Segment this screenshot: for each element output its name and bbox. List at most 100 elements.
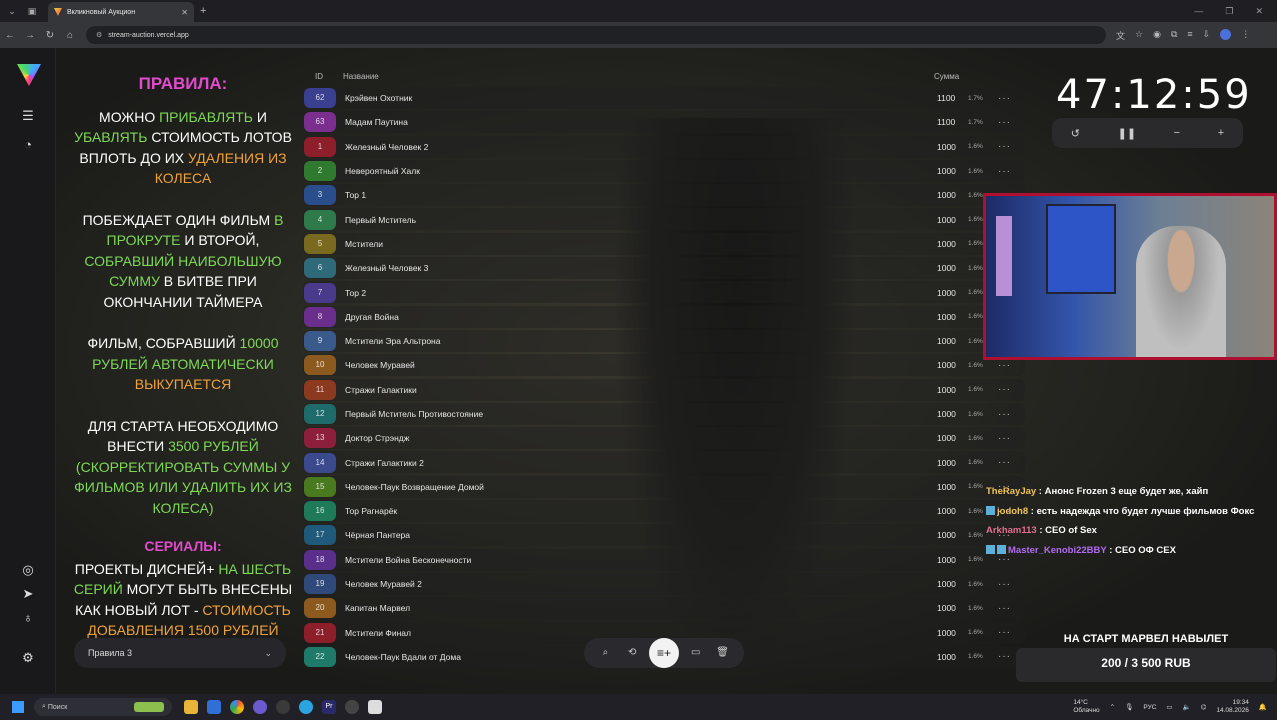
table-row[interactable]: 10 Человек Муравей 1000 1.6% ···: [303, 353, 1025, 377]
table-row[interactable]: 62 Крэйвен Охотник 1100 1.7% ···: [303, 86, 1025, 110]
more-options-icon[interactable]: ···: [998, 651, 1011, 662]
download-icon[interactable]: ⇩: [1203, 29, 1211, 42]
minimize-icon[interactable]: —: [1194, 6, 1203, 17]
close-tab-icon[interactable]: ✕: [181, 8, 188, 17]
profile-avatar[interactable]: [1220, 28, 1232, 40]
row-sum[interactable]: 1000: [937, 360, 956, 370]
table-row[interactable]: 17 Чёрная Пантера 1000 1.6% ···: [303, 523, 1025, 547]
row-sum[interactable]: 1000: [937, 409, 956, 419]
row-sum[interactable]: 1000: [937, 142, 956, 152]
rules-select[interactable]: Правила 3 ⌄: [74, 638, 286, 668]
row-sum[interactable]: 1000: [937, 458, 956, 468]
row-sum[interactable]: 1000: [937, 263, 956, 273]
table-row[interactable]: 4Первый Мститель10001.6%···: [303, 207, 1025, 231]
forward-icon[interactable]: →: [20, 30, 40, 41]
more-options-icon[interactable]: ···: [998, 93, 1011, 104]
add-lot-button[interactable]: ≡+: [648, 638, 679, 668]
row-sum[interactable]: 1000: [937, 215, 956, 225]
shuffle-icon[interactable]: ⟲: [622, 643, 642, 663]
table-row[interactable]: 20 Капитан Марвел 1000 1.6% ···: [303, 596, 1025, 620]
row-sum[interactable]: 1000: [937, 628, 956, 638]
table-row[interactable]: 15 Человек-Паук Возвращение Домой 1000 1.6%…: [303, 475, 1025, 499]
plus-icon[interactable]: +: [1218, 127, 1224, 139]
row-sum[interactable]: 1100: [937, 93, 955, 103]
table-row[interactable]: 5Мстители10001.6%···: [303, 232, 1025, 256]
more-options-icon[interactable]: ···: [998, 457, 1011, 468]
more-options-icon[interactable]: ···: [998, 384, 1011, 395]
github-icon[interactable]: ♁: [19, 609, 37, 627]
display-icon[interactable]: ▭: [1166, 703, 1172, 711]
row-sum[interactable]: 1000: [937, 603, 956, 613]
table-row[interactable]: 9Мстители Эра Альтрона10001.6%···: [303, 329, 1025, 353]
table-row[interactable]: 3Тор 110001.6%···: [303, 183, 1025, 207]
settings-circle-icon[interactable]: ◎: [19, 561, 37, 579]
more-options-icon[interactable]: ···: [998, 627, 1011, 638]
maximize-icon[interactable]: ❐: [1225, 6, 1233, 17]
clock[interactable]: 19:34 14.08.2026: [1216, 699, 1249, 715]
files-icon[interactable]: [207, 700, 221, 714]
table-row[interactable]: 7Тор 210001.6%···: [303, 280, 1025, 304]
header-name[interactable]: Название: [343, 72, 379, 81]
row-sum[interactable]: 1000: [937, 579, 956, 589]
history-icon[interactable]: ◔: [19, 136, 37, 154]
premiere-icon[interactable]: Pr: [322, 700, 336, 714]
row-sum[interactable]: 1000: [937, 288, 956, 298]
address-bar[interactable]: ⚙ stream-auction.vercel.app: [86, 26, 1106, 44]
row-sum[interactable]: 1000: [937, 555, 956, 565]
table-row[interactable]: 16 Тор Рагнарёк 1000 1.6% ···: [303, 499, 1025, 523]
tab-search-icon[interactable]: ⌄: [4, 3, 20, 19]
telegram-taskbar-icon[interactable]: [299, 700, 313, 714]
row-sum[interactable]: 1000: [937, 652, 956, 662]
weather-widget[interactable]: 14°C Облачно: [1073, 699, 1099, 715]
row-sum[interactable]: 1000: [937, 433, 956, 443]
network-icon[interactable]: ⌬: [1201, 703, 1207, 711]
browser-tab[interactable]: Вкликновый Аукцион ✕: [48, 2, 194, 22]
table-row[interactable]: 6Железный Человек 310001.6%···: [303, 256, 1025, 280]
table-row[interactable]: 2 Невероятный Халк 1000 1.6% ···: [303, 159, 1025, 183]
file-explorer-icon[interactable]: [184, 700, 198, 714]
more-options-icon[interactable]: ···: [998, 141, 1011, 152]
table-row[interactable]: 1 Железный Человек 2 1000 1.6% ···: [303, 135, 1025, 159]
trash-icon[interactable]: 🗑: [713, 643, 733, 663]
table-row[interactable]: 11 Стражи Галактики 1000 1.6% ···: [303, 378, 1025, 402]
taskbar-search[interactable]: ⌕ Поиск: [34, 698, 172, 716]
extension-icon[interactable]: ◉: [1153, 29, 1161, 42]
minus-icon[interactable]: −: [1174, 127, 1180, 139]
app-logo[interactable]: [17, 64, 41, 86]
more-options-icon[interactable]: ···: [998, 409, 1011, 420]
table-row[interactable]: 19 Человек Муравей 2 1000 1.6% ···: [303, 572, 1025, 596]
row-sum[interactable]: 1000: [937, 336, 956, 346]
table-row[interactable]: 14 Стражи Галактики 2 1000 1.6% ···: [303, 450, 1025, 474]
more-options-icon[interactable]: ···: [998, 603, 1011, 614]
windows-start-icon[interactable]: [12, 701, 24, 713]
bookmark-star-icon[interactable]: ☆: [1135, 29, 1143, 42]
row-sum[interactable]: 1000: [937, 190, 956, 200]
row-sum[interactable]: 1000: [937, 166, 956, 176]
more-menu-icon[interactable]: ⋮: [1241, 29, 1250, 42]
language-indicator[interactable]: РУС: [1143, 704, 1156, 711]
table-row[interactable]: 63 Мадам Паутина 1100 1.7% ···: [303, 110, 1025, 134]
table-row[interactable]: 8Другая Война10001.6%···: [303, 305, 1025, 329]
telegram-icon[interactable]: ➤: [19, 585, 37, 603]
row-sum[interactable]: 1000: [937, 385, 956, 395]
microphone-icon[interactable]: 🎙: [1125, 703, 1133, 711]
search-icon[interactable]: ⌕: [595, 643, 615, 663]
more-options-icon[interactable]: ···: [998, 579, 1011, 590]
row-sum[interactable]: 1000: [937, 482, 956, 492]
chevron-up-icon[interactable]: ⌃: [1110, 703, 1115, 711]
steam-icon[interactable]: [345, 700, 359, 714]
row-sum[interactable]: 1100: [937, 117, 955, 127]
site-info-icon[interactable]: ⚙: [96, 31, 102, 39]
translate-icon[interactable]: 文: [1116, 29, 1125, 42]
reload-icon[interactable]: ↻: [40, 30, 60, 41]
extensions-puzzle-icon[interactable]: ⧉: [1171, 29, 1177, 42]
row-sum[interactable]: 1000: [937, 506, 956, 516]
save-icon[interactable]: ▭: [686, 643, 706, 663]
new-tab-button[interactable]: +: [200, 5, 206, 17]
pause-icon[interactable]: ❚❚: [1118, 127, 1136, 140]
gear-icon[interactable]: ⚙: [19, 649, 37, 667]
header-id[interactable]: ID: [303, 72, 335, 81]
row-sum[interactable]: 1000: [937, 530, 956, 540]
app-icon[interactable]: [253, 700, 267, 714]
more-options-icon[interactable]: ···: [998, 117, 1011, 128]
